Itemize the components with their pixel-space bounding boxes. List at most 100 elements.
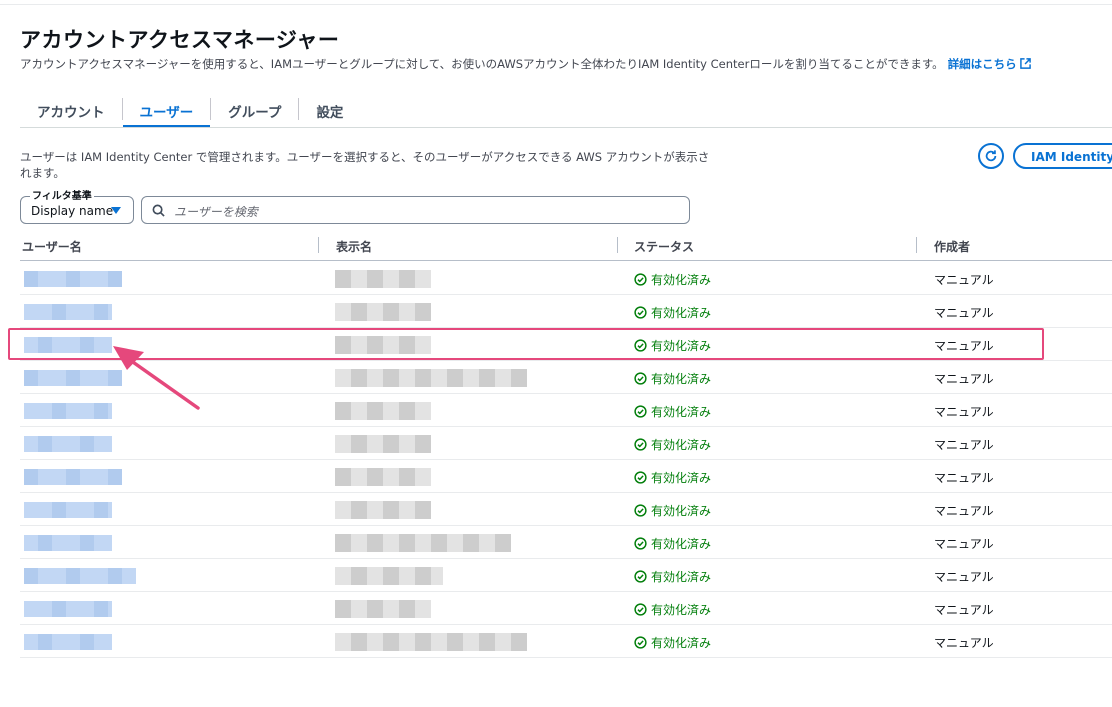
search-icon (152, 204, 165, 217)
search-placeholder: ユーザーを検索 (174, 205, 258, 219)
status-text: 有効化済み (651, 405, 712, 419)
status-text: 有効化済み (651, 273, 712, 287)
username-link[interactable] (24, 436, 112, 452)
created-by-cell: マニュアル (934, 405, 994, 419)
top-divider (0, 4, 1112, 5)
username-link[interactable] (24, 601, 112, 617)
status-cell: 有効化済み (634, 403, 711, 420)
row-divider (20, 657, 1112, 658)
column-resizer[interactable] (617, 237, 618, 253)
column-resizer[interactable] (318, 237, 319, 253)
annotation-highlight-box (8, 328, 1044, 360)
filter-label: フィルタ基準 (30, 187, 94, 202)
created-by-cell: マニュアル (934, 306, 994, 320)
display-name-cell (335, 402, 431, 420)
filter-selected-value: Display name (31, 204, 114, 218)
refresh-icon (985, 150, 997, 162)
tab-accounts[interactable]: アカウント (20, 94, 122, 128)
table-row[interactable]: 有効化済み マニュアル (20, 295, 1112, 328)
table-row[interactable]: 有効化済み マニュアル (20, 427, 1112, 460)
caret-down-icon (111, 207, 121, 214)
created-by-cell: マニュアル (934, 603, 994, 617)
username-link[interactable] (24, 535, 112, 551)
description-text: アカウントアクセスマネージャーを使用すると、IAMユーザーとグループに対して、お… (20, 57, 944, 71)
status-success-icon (634, 438, 647, 451)
created-by-cell: マニュアル (934, 372, 994, 386)
status-text: 有効化済み (651, 636, 712, 650)
user-search-input[interactable]: ユーザーを検索 (141, 196, 690, 224)
status-text: 有効化済み (651, 537, 712, 551)
column-header-status[interactable]: ステータス (634, 238, 694, 255)
table-row[interactable]: 有効化済み マニュアル (20, 625, 1112, 658)
table-row[interactable]: 有効化済み マニュアル (20, 526, 1112, 559)
tab-groups[interactable]: グループ (211, 94, 298, 128)
created-by-cell: マニュアル (934, 438, 994, 452)
status-text: 有効化済み (651, 471, 712, 485)
username-link[interactable] (24, 370, 122, 386)
created-by-cell: マニュアル (934, 537, 994, 551)
table-header-divider (20, 260, 1112, 261)
display-name-cell (335, 600, 431, 618)
display-name-cell (335, 303, 431, 321)
table-row[interactable]: 有効化済み マニュアル (20, 262, 1112, 295)
status-cell: 有効化済み (634, 568, 711, 585)
tab-settings[interactable]: 設定 (299, 94, 360, 128)
tab-bar: アカウント ユーザー グループ 設定 (20, 94, 360, 128)
username-link[interactable] (24, 403, 112, 419)
display-name-cell (335, 369, 527, 387)
status-text: 有効化済み (651, 504, 712, 518)
table-row[interactable]: 有効化済み マニュアル (20, 493, 1112, 526)
display-name-cell (335, 501, 431, 519)
status-success-icon (634, 273, 647, 286)
status-cell: 有効化済み (634, 436, 711, 453)
status-success-icon (634, 504, 647, 517)
status-text: 有効化済み (651, 570, 712, 584)
username-link[interactable] (24, 271, 122, 287)
refresh-button[interactable] (978, 143, 1004, 169)
table-row[interactable]: 有効化済み マニュアル (20, 559, 1112, 592)
status-cell: 有効化済み (634, 601, 711, 618)
column-header-display-name[interactable]: 表示名 (336, 238, 372, 255)
status-success-icon (634, 306, 647, 319)
created-by-cell: マニュアル (934, 570, 994, 584)
status-success-icon (634, 372, 647, 385)
external-link-icon (1019, 58, 1031, 69)
tab-users[interactable]: ユーザー (122, 94, 211, 128)
table-row[interactable]: 有効化済み マニュアル (20, 361, 1112, 394)
username-link[interactable] (24, 568, 136, 584)
status-text: 有効化済み (651, 372, 712, 386)
status-success-icon (634, 570, 647, 583)
status-cell: 有効化済み (634, 370, 711, 387)
status-cell: 有効化済み (634, 469, 711, 486)
display-name-cell (335, 534, 511, 552)
status-success-icon (634, 537, 647, 550)
learn-more-label: 詳細はこちら (947, 57, 1017, 71)
display-name-cell (335, 270, 431, 288)
column-header-username[interactable]: ユーザー名 (22, 238, 82, 255)
column-header-created-by[interactable]: 作成者 (934, 238, 970, 255)
status-cell: 有効化済み (634, 634, 711, 651)
username-link[interactable] (24, 304, 112, 320)
username-link[interactable] (24, 634, 112, 650)
table-row[interactable]: 有効化済み マニュアル (20, 592, 1112, 625)
tabs-divider (20, 127, 1112, 128)
page-title: アカウントアクセスマネージャー (20, 28, 340, 52)
username-link[interactable] (24, 502, 112, 518)
iam-identity-center-button[interactable]: IAM Identity Center (1013, 143, 1112, 169)
created-by-cell: マニュアル (934, 471, 994, 485)
users-info-text: ユーザーは IAM Identity Center で管理されます。ユーザーを選… (20, 150, 710, 180)
status-success-icon (634, 603, 647, 616)
status-cell: 有効化済み (634, 502, 711, 519)
username-link[interactable] (24, 469, 122, 485)
display-name-cell (335, 468, 431, 486)
status-success-icon (634, 636, 647, 649)
status-text: 有効化済み (651, 306, 712, 320)
table-row[interactable]: 有効化済み マニュアル (20, 394, 1112, 427)
display-name-cell (335, 567, 443, 585)
status-success-icon (634, 471, 647, 484)
column-resizer[interactable] (916, 237, 917, 253)
learn-more-link[interactable]: 詳細はこちら (948, 57, 1031, 71)
table-row[interactable]: 有効化済み マニュアル (20, 460, 1112, 493)
display-name-cell (335, 435, 431, 453)
created-by-cell: マニュアル (934, 273, 994, 287)
